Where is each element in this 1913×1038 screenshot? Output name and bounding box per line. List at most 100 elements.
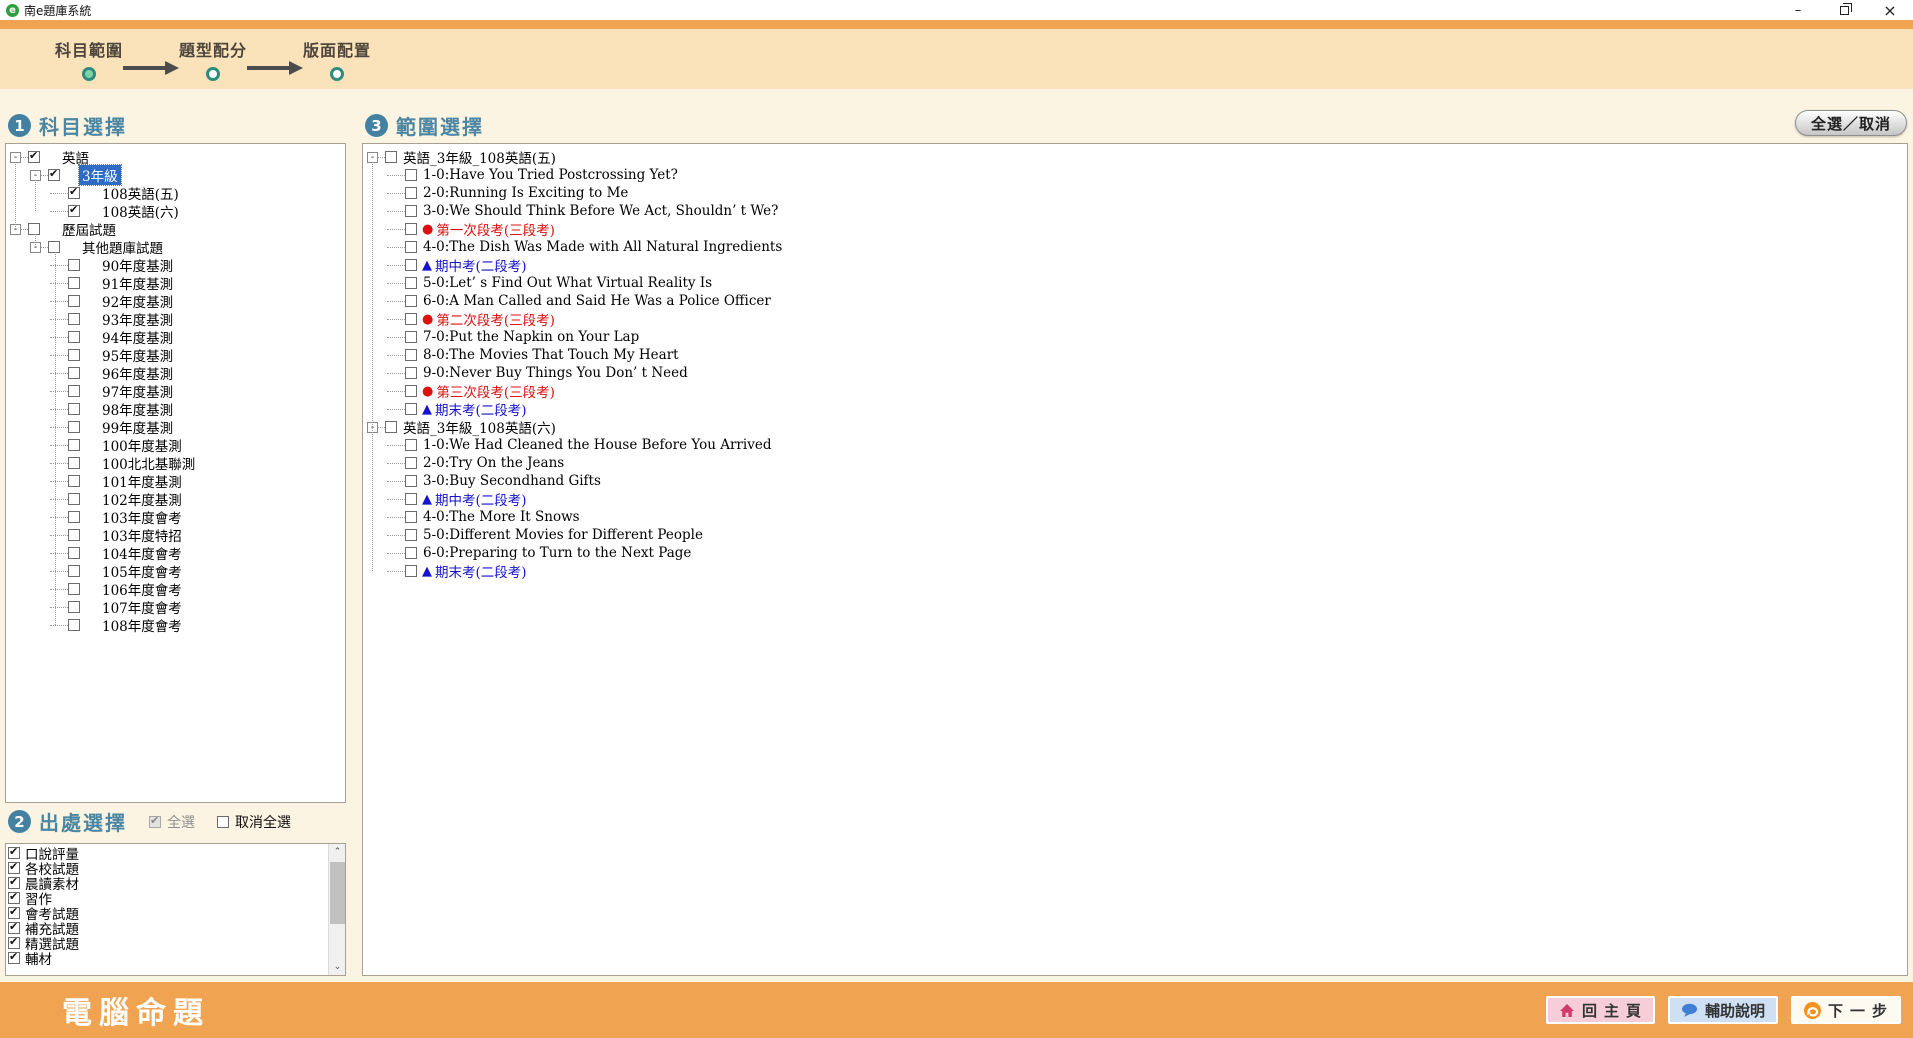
tree-item-label[interactable]: 90年度基測 — [99, 255, 176, 275]
tree-row[interactable]: 3-0:Buy Secondhand Gifts — [363, 472, 1907, 490]
tree-item-label[interactable]: 100北北基聯測 — [99, 453, 198, 473]
tree-row[interactable]: 9-0:Never Buy Things You Don’ t Need — [363, 364, 1907, 382]
tree-checkbox[interactable] — [68, 583, 80, 595]
app-icon[interactable]: e — [6, 4, 19, 17]
tree-item-label[interactable]: 1-0:We Had Cleaned the House Before You … — [420, 437, 774, 453]
tree-row[interactable]: 108英語(六) — [6, 202, 345, 220]
tree-item-label[interactable]: 108年度會考 — [99, 615, 185, 635]
tree-item-label[interactable]: 3年級 — [79, 165, 121, 185]
tree-checkbox[interactable] — [405, 295, 417, 307]
tree-item-label[interactable]: 6-0:Preparing to Turn to the Next Page — [420, 545, 694, 561]
tree-checkbox[interactable] — [405, 547, 417, 559]
tree-row[interactable]: 103年度特招 — [6, 526, 345, 544]
tree-item-label[interactable]: 7-0:Put the Napkin on Your Lap — [420, 329, 642, 345]
tree-checkbox[interactable] — [68, 367, 80, 379]
tree-item-label[interactable]: 102年度基測 — [99, 489, 185, 509]
tree-item-label[interactable]: 期中考(二段考) — [432, 255, 530, 275]
tree-item-label[interactable]: 期末考(二段考) — [432, 399, 530, 419]
tree-checkbox[interactable] — [68, 205, 80, 217]
scrollbar-thumb[interactable] — [330, 862, 345, 924]
tree-item-label[interactable]: 5-0:Let’ s Find Out What Virtual Reality… — [420, 275, 715, 291]
tree-item-label[interactable]: 103年度特招 — [99, 525, 185, 545]
tree-item-label[interactable]: 9-0:Never Buy Things You Don’ t Need — [420, 365, 691, 381]
tree-checkbox[interactable] — [405, 457, 417, 469]
tree-item-label[interactable]: 6-0:A Man Called and Said He Was a Polic… — [420, 293, 774, 309]
tree-checkbox[interactable] — [405, 439, 417, 451]
source-checkbox[interactable] — [8, 937, 20, 949]
source-checkbox[interactable] — [8, 877, 20, 889]
help-button[interactable]: 輔助說明 — [1668, 996, 1778, 1024]
tree-item-label[interactable]: 91年度基測 — [99, 273, 176, 293]
tree-item-label[interactable]: 95年度基測 — [99, 345, 176, 365]
wizard-step-3[interactable]: 版面配置 — [303, 37, 371, 81]
tree-row[interactable]: -其他題庫試題 — [6, 238, 345, 256]
tree-row[interactable]: ●第一次段考(三段考) — [363, 220, 1907, 238]
tree-item-label[interactable]: 1-0:Have You Tried Postcrossing Yet? — [420, 167, 681, 183]
tree-item-label[interactable]: 第三次段考(三段考) — [433, 381, 558, 401]
tree-row[interactable]: 2-0:Running Is Exciting to Me — [363, 184, 1907, 202]
tree-item-label[interactable]: 107年度會考 — [99, 597, 185, 617]
tree-item-label[interactable]: 英語_3年級_108英語(六) — [400, 417, 559, 437]
tree-checkbox[interactable] — [405, 403, 417, 415]
tree-checkbox[interactable] — [405, 493, 417, 505]
tree-checkbox[interactable] — [68, 439, 80, 451]
tree-row[interactable]: 90年度基測 — [6, 256, 345, 274]
tree-row[interactable]: -英語 — [6, 148, 345, 166]
tree-row[interactable]: 91年度基測 — [6, 274, 345, 292]
tree-checkbox[interactable] — [68, 403, 80, 415]
tree-row[interactable]: 5-0:Different Movies for Different Peopl… — [363, 526, 1907, 544]
tree-row[interactable]: -英語_3年級_108英語(六) — [363, 418, 1907, 436]
tree-row[interactable]: 101年度基測 — [6, 472, 345, 490]
tree-checkbox[interactable] — [68, 457, 80, 469]
wizard-step-2[interactable]: 題型配分 — [179, 37, 247, 81]
scroll-up-icon[interactable]: ⌃ — [329, 844, 346, 860]
tree-checkbox[interactable] — [405, 313, 417, 325]
tree-row[interactable]: 92年度基測 — [6, 292, 345, 310]
tree-checkbox[interactable] — [68, 493, 80, 505]
tree-item-label[interactable]: 5-0:Different Movies for Different Peopl… — [420, 527, 706, 543]
tree-checkbox[interactable] — [68, 511, 80, 523]
tree-checkbox[interactable] — [68, 547, 80, 559]
tree-row[interactable]: 94年度基測 — [6, 328, 345, 346]
scroll-down-icon[interactable]: ⌄ — [329, 959, 346, 975]
tree-checkbox[interactable] — [405, 367, 417, 379]
tree-checkbox[interactable] — [405, 223, 417, 235]
tree-row[interactable]: ▲期中考(二段考) — [363, 490, 1907, 508]
tree-item-label[interactable]: 100年度基測 — [99, 435, 185, 455]
tree-row[interactable]: 104年度會考 — [6, 544, 345, 562]
tree-checkbox[interactable] — [405, 259, 417, 271]
tree-item-label[interactable]: 108英語(五) — [99, 183, 182, 203]
source-checkbox[interactable] — [8, 847, 20, 859]
tree-row[interactable]: 4-0:The More It Snows — [363, 508, 1907, 526]
tree-checkbox[interactable] — [68, 385, 80, 397]
tree-checkbox[interactable] — [68, 331, 80, 343]
next-button[interactable]: 下一步 — [1791, 996, 1901, 1024]
tree-checkbox[interactable] — [405, 565, 417, 577]
tree-checkbox[interactable] — [68, 475, 80, 487]
tree-item-label[interactable]: 英語 — [59, 147, 92, 167]
tree-item-label[interactable]: 106年度會考 — [99, 579, 185, 599]
tree-row[interactable]: 100北北基聯測 — [6, 454, 345, 472]
tree-row[interactable]: 5-0:Let’ s Find Out What Virtual Reality… — [363, 274, 1907, 292]
collapse-expander-icon[interactable]: - — [367, 152, 378, 163]
tree-row[interactable]: 6-0:Preparing to Turn to the Next Page — [363, 544, 1907, 562]
tree-checkbox[interactable] — [68, 313, 80, 325]
tree-row[interactable]: 96年度基測 — [6, 364, 345, 382]
tree-checkbox[interactable] — [68, 187, 80, 199]
tree-checkbox[interactable] — [28, 151, 40, 163]
tree-checkbox[interactable] — [405, 331, 417, 343]
tree-checkbox[interactable] — [405, 277, 417, 289]
tree-item-label[interactable]: 其他題庫試題 — [79, 237, 166, 257]
tree-row[interactable]: 105年度會考 — [6, 562, 345, 580]
tree-checkbox[interactable] — [405, 169, 417, 181]
source-checkbox[interactable] — [8, 862, 20, 874]
source-list-scrollbar[interactable]: ⌃ ⌄ — [328, 844, 345, 975]
tree-item-label[interactable]: 105年度會考 — [99, 561, 185, 581]
tree-checkbox[interactable] — [405, 475, 417, 487]
tree-checkbox[interactable] — [405, 241, 417, 253]
tree-checkbox[interactable] — [385, 421, 397, 433]
tree-checkbox[interactable] — [68, 619, 80, 631]
tree-item-label[interactable]: 8-0:The Movies That Touch My Heart — [420, 347, 682, 363]
tree-row[interactable]: 6-0:A Man Called and Said He Was a Polic… — [363, 292, 1907, 310]
tree-checkbox[interactable] — [405, 385, 417, 397]
